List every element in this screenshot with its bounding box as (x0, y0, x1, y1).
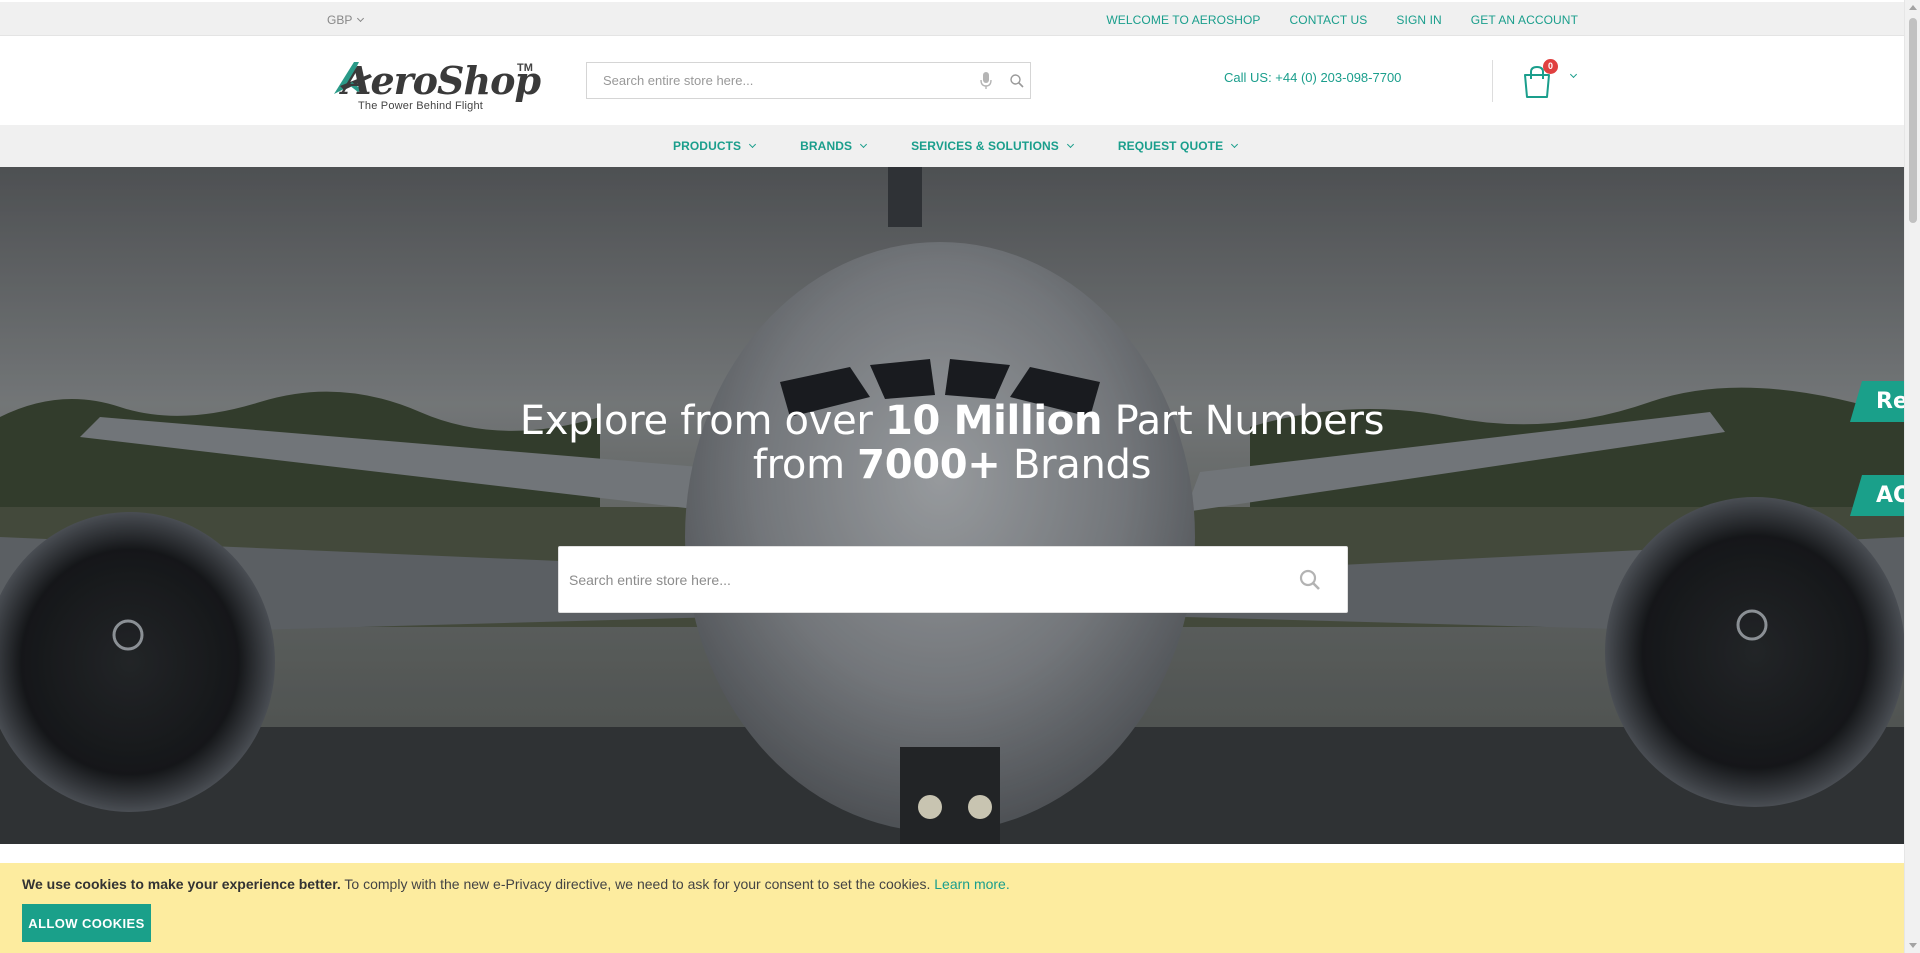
hero-title-text: Brands (1000, 442, 1152, 488)
cookie-message-bold: We use cookies to make your experience b… (22, 876, 341, 892)
hero-title-line2: from 7000+ Brands (752, 442, 1152, 488)
search-icon[interactable] (1010, 74, 1024, 88)
hero-title-text: Explore from over (519, 398, 885, 444)
cart-chevron-down-icon[interactable] (1569, 70, 1578, 79)
header-divider (1492, 60, 1493, 102)
main-nav: PRODUCTS BRANDS SERVICES & SOLUTIONS REQ… (0, 125, 1904, 167)
call-us-phone[interactable]: Call US: +44 (0) 203-098-7700 (1224, 70, 1401, 85)
currency-switcher[interactable]: GBP (327, 13, 365, 27)
currency-label: GBP (327, 13, 353, 27)
hero-title-text: from (752, 442, 858, 488)
search-icon[interactable] (1299, 569, 1321, 591)
cookie-message-text: To comply with the new e-Privacy directi… (340, 876, 935, 892)
nav-item-brands[interactable]: BRANDS (800, 139, 868, 153)
welcome-link[interactable]: WELCOME TO AEROSHOP (1106, 13, 1260, 27)
nav-label: REQUEST QUOTE (1117, 139, 1224, 153)
hero-title-text: Part Numbers (1102, 398, 1385, 444)
header: AeroShop TM The Power Behind Flight Call… (0, 36, 1904, 125)
top-links: WELCOME TO AEROSHOP CONTACT US SIGN IN G… (1106, 13, 1578, 27)
allow-cookies-button[interactable]: ALLOW COOKIES (22, 904, 151, 942)
cart-count-badge: 0 (1543, 59, 1558, 74)
hero-search-input[interactable] (559, 547, 1279, 612)
page: GBP WELCOME TO AEROSHOP CONTACT US SIGN … (0, 0, 1904, 953)
get-an-account-link[interactable]: GET AN ACCOUNT (1471, 13, 1578, 27)
cookie-message: We use cookies to make your experience b… (22, 876, 1010, 892)
mini-cart[interactable]: 0 (1521, 59, 1559, 101)
vertical-scrollbar[interactable] (1904, 0, 1920, 953)
logo[interactable]: AeroShop TM The Power Behind Flight (334, 58, 541, 112)
cookie-notice: We use cookies to make your experience b… (0, 863, 1904, 953)
scroll-down-arrow-icon[interactable] (1909, 943, 1917, 948)
nav-item-services-solutions[interactable]: SERVICES & SOLUTIONS (911, 139, 1074, 153)
chevron-down-icon (1231, 140, 1239, 149)
logo-tagline: The Power Behind Flight (358, 100, 484, 112)
nav-label: BRANDS (800, 139, 853, 153)
logo-wordmark: AeroShop (342, 58, 541, 103)
chevron-down-icon (860, 140, 868, 149)
hero-title-line1: Explore from over 10 Million Part Number… (519, 398, 1385, 444)
nav-label: SERVICES & SOLUTIONS (911, 139, 1059, 153)
chevron-down-icon (749, 140, 757, 149)
microphone-icon[interactable] (980, 72, 992, 90)
hero-title-highlight: 10 Million (884, 398, 1103, 444)
nav-item-request-quote[interactable]: REQUEST QUOTE (1117, 139, 1239, 153)
scroll-up-arrow-icon[interactable] (1909, 5, 1917, 10)
chevron-down-icon (1066, 140, 1074, 149)
learn-more-link[interactable]: Learn more. (934, 876, 1009, 892)
chevron-down-icon (357, 14, 365, 23)
nav-item-products[interactable]: PRODUCTS (673, 139, 757, 153)
hero-title: Explore from over 10 Million Part Number… (0, 399, 1904, 487)
hero-search-box (558, 546, 1348, 613)
logo-trademark: TM (517, 62, 533, 74)
contact-us-link[interactable]: CONTACT US (1290, 13, 1368, 27)
header-search-input[interactable] (587, 63, 967, 98)
sign-in-link[interactable]: SIGN IN (1396, 13, 1441, 27)
hero-title-highlight: 7000+ (857, 442, 1001, 488)
airplane-hero-image (0, 167, 1904, 844)
hero-banner: Explore from over 10 Million Part Number… (0, 167, 1904, 844)
header-search-box (586, 62, 1031, 99)
scrollbar-thumb[interactable] (1909, 18, 1917, 223)
top-bar: GBP WELCOME TO AEROSHOP CONTACT US SIGN … (0, 2, 1904, 36)
nav-label: PRODUCTS (673, 139, 742, 153)
